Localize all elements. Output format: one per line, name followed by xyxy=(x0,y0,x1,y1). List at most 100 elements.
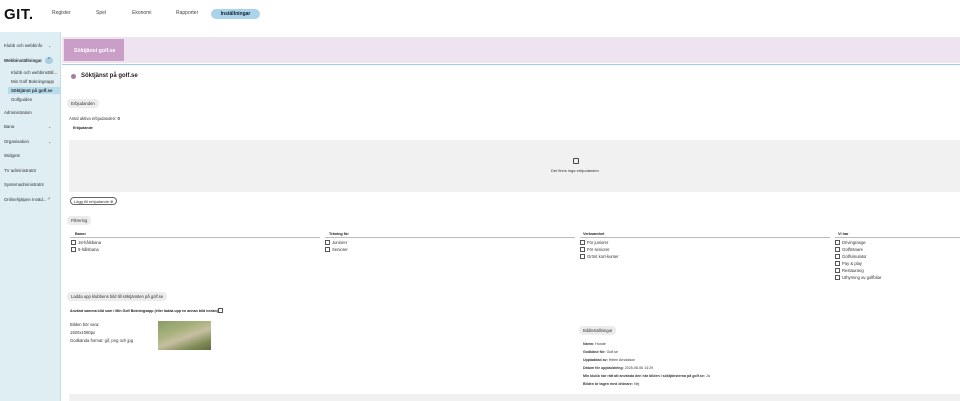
app-logo[interactable]: GIT. xyxy=(4,6,34,23)
use-same-image-label: Använd samma bild som i Min Golf Bokning… xyxy=(70,309,218,313)
divider xyxy=(835,237,960,238)
checkbox-18-hal[interactable] xyxy=(71,240,76,245)
section-upload: Ladda upp klubbens bild till söktjänsten… xyxy=(67,292,168,301)
chevron-down-icon[interactable]: ⌄ xyxy=(48,43,51,48)
meta-key: Namn: xyxy=(583,342,595,346)
checkbox-label: Seniorer xyxy=(332,247,348,252)
meta-row: Min klubb har rätt att använda den här b… xyxy=(583,374,710,378)
sidebar-subitem-golfguiden[interactable]: Golfguiden xyxy=(11,97,32,102)
checkbox-pay-play[interactable] xyxy=(835,261,840,266)
nav-spel[interactable]: Spel xyxy=(96,10,106,16)
sidebar-item-webb[interactable]: Webbinställningar xyxy=(4,58,42,63)
checkbox-label: Golfsimulator xyxy=(842,254,867,259)
sidebar-item-klubb[interactable]: Klubb och webbinfo xyxy=(4,43,42,48)
add-offer-button[interactable]: Lägg till erbjudande ⊕ xyxy=(70,197,118,205)
checkbox-gront-kort[interactable] xyxy=(580,254,585,259)
inbox-icon xyxy=(573,158,579,164)
checkbox-golftranare[interactable] xyxy=(835,247,840,252)
bottom-panel xyxy=(69,394,960,401)
meta-value: Hunde xyxy=(595,342,606,346)
club-image-preview[interactable] xyxy=(158,321,211,350)
meta-key: Bilden är tagen med drönare: xyxy=(583,382,633,386)
meta-row: Godkänd för: Golf.se xyxy=(583,350,618,354)
top-bar: GIT. Register Spel Ekonomi Rapporter Ins… xyxy=(0,0,960,30)
chevron-down-icon[interactable]: ⌄ xyxy=(48,124,51,129)
nav-ekonomi[interactable]: Ekonomi xyxy=(132,10,151,16)
sidebar-subitem-klubb-webb[interactable]: Klubb och webbinställ... xyxy=(11,70,57,75)
chevron-down-icon[interactable]: ⌄ xyxy=(48,139,51,144)
checkbox-use-same-image[interactable] xyxy=(218,308,223,313)
divider xyxy=(62,64,960,65)
meta-key: Godkänd för: xyxy=(583,350,606,354)
nav-installningar[interactable]: Inställningar xyxy=(211,9,260,19)
size-label: Bilden bör vara: xyxy=(70,322,100,327)
add-offer-label: Lägg till erbjudande xyxy=(74,199,109,204)
checkbox-seniorer[interactable] xyxy=(325,247,330,252)
image-settings-button[interactable]: Bildinställningar xyxy=(579,326,617,335)
header-band: Söktjänst golf.se xyxy=(62,37,960,63)
external-link-icon[interactable]: ↗ xyxy=(47,196,50,201)
sidebar-item-tv[interactable]: TV administratör xyxy=(4,168,36,173)
checkbox-label: Restaurang xyxy=(842,268,864,273)
filter-col-vihar: Vi har xyxy=(838,232,849,236)
checkbox-for-juniorer[interactable] xyxy=(580,240,585,245)
add-icon: ⊕ xyxy=(110,199,114,204)
checkbox-label: Golftränare xyxy=(842,247,863,252)
sidebar-item-onlinehjalpen[interactable]: Onlinehjälpen Inväd... xyxy=(4,197,46,202)
sidebar-item-bana[interactable]: Bana xyxy=(4,124,14,129)
empty-state-box xyxy=(69,140,960,192)
section-erbjudanden: Erbjudanden xyxy=(67,99,99,108)
meta-key: Uppladdad av: xyxy=(583,358,608,362)
meta-key: Min klubb har rätt att använda den här b… xyxy=(583,374,706,378)
checkbox-label: Uthyrning av golfbilar xyxy=(842,275,882,280)
meta-value: Golf.se xyxy=(606,350,618,354)
section-filtrering: Filtrering xyxy=(67,216,92,225)
divider xyxy=(70,237,320,238)
formats-label: Godkända format: gif, png och jpg xyxy=(70,338,134,343)
checkbox-juniorer[interactable] xyxy=(325,240,330,245)
meta-row: Namn: Hunde xyxy=(583,342,606,346)
sidebar-item-sysadmin[interactable]: Systemadministratör xyxy=(4,182,44,187)
checkbox-label: För juniorer xyxy=(587,240,609,245)
checkbox-label: 9-hålsbana xyxy=(78,247,99,252)
meta-row: Datum för uppladdning: 2025-08-06 14:29 xyxy=(583,366,653,370)
sidebar-subitem-mingolf[interactable]: Min Golf Bokningsapp xyxy=(11,79,54,84)
meta-row: Uppladdad av: Helen Arnoldson xyxy=(583,358,635,362)
meta-value: Helen Arnoldson xyxy=(608,358,636,362)
active-offers-count: 0 xyxy=(117,116,120,121)
checkbox-restaurang[interactable] xyxy=(835,268,840,273)
checkbox-label: Drivingrange xyxy=(842,240,866,245)
main-content: Söktjänst golf.se Söktjänst på golf.se E… xyxy=(62,32,960,401)
table-header-erbjudande: Erbjudande xyxy=(73,126,93,130)
checkbox-label: Grönt kort-kurser xyxy=(587,254,619,259)
page-title: Söktjänst på golf.se xyxy=(81,73,138,79)
sidebar: Klubb och webbinfo ⌄ Webbinställningar ⌃… xyxy=(0,32,61,401)
sidebar-item-administration[interactable]: Administration xyxy=(4,110,32,115)
empty-state-text: Det finns inga erbjudanden xyxy=(551,168,599,173)
meta-value: Nej xyxy=(633,382,640,386)
checkbox-label: 18-hålsbana xyxy=(78,240,102,245)
checkbox-drivingrange[interactable] xyxy=(835,240,840,245)
active-offers-label: Antal aktiva erbjudanden: 0 xyxy=(69,116,120,121)
meta-value: Ja xyxy=(706,374,710,378)
nav-register[interactable]: Register xyxy=(52,10,71,16)
meta-value: 2025-08-06 14:29 xyxy=(624,366,654,370)
size-value: 1920x1080px xyxy=(70,330,96,335)
checkbox-uthyrning[interactable] xyxy=(835,275,840,280)
bullet-icon xyxy=(71,74,76,79)
checkbox-golfsimulator[interactable] xyxy=(835,254,840,259)
filter-col-traning: Träning för xyxy=(329,232,349,236)
chevron-up-icon[interactable]: ⌃ xyxy=(45,57,53,64)
checkbox-label: För seniorer xyxy=(587,247,610,252)
checkbox-9-hal[interactable] xyxy=(71,247,76,252)
checkbox-label: Pay & play xyxy=(842,261,863,266)
sidebar-subitem-soktjanst[interactable]: Söktjänst på golf.se xyxy=(11,88,52,93)
checkbox-label: Juniorer xyxy=(332,240,348,245)
checkbox-for-seniorer[interactable] xyxy=(580,247,585,252)
nav-rapporter[interactable]: Rapporter xyxy=(176,10,198,16)
sidebar-item-widgets[interactable]: Widgets xyxy=(4,153,20,158)
divider xyxy=(325,237,575,238)
meta-row: Bilden är tagen med drönare: Nej xyxy=(583,382,639,386)
sidebar-item-organisation[interactable]: Organisation xyxy=(4,139,29,144)
page-tab-title: Söktjänst golf.se xyxy=(64,39,124,61)
